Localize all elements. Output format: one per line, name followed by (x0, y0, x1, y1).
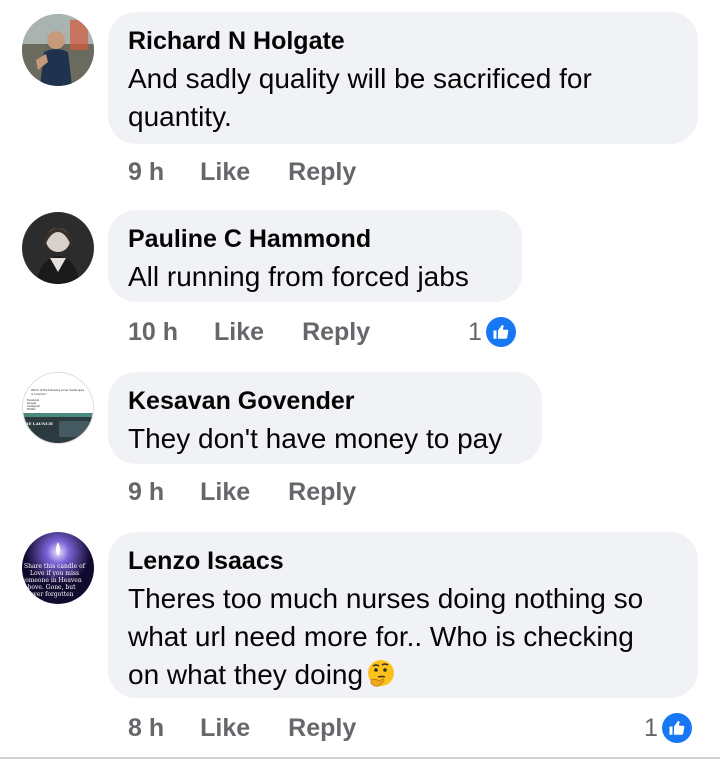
comment-bubble: Lenzo Isaacs Theres too much nurses doin… (108, 532, 698, 698)
comment-actions: 9 h Like Reply (128, 154, 356, 190)
comment-text: Theres too much nurses doing nothing so … (128, 580, 678, 694)
like-button[interactable]: Like (200, 158, 250, 187)
comment-timestamp[interactable]: 9 h (128, 158, 164, 187)
svg-text:someone in Heaven: someone in Heaven (22, 577, 82, 584)
comment-text: All running from forced jabs (128, 258, 502, 296)
comment-item: Share this candle of Love if you miss so… (0, 520, 720, 757)
comment-text-line: All running from forced jabs (128, 261, 469, 292)
reply-button[interactable]: Reply (288, 158, 356, 187)
like-reaction-icon (485, 317, 516, 347)
comment-actions: 9 h Like Reply (128, 474, 356, 510)
comment-text-line: And sadly quality will be sacrificed for (128, 63, 592, 94)
comment-text-line: quantity. (128, 101, 232, 132)
svg-text:Share this candle of: Share this candle of (24, 563, 86, 570)
comment-text: They don't have money to pay (128, 420, 522, 458)
comment-timestamp[interactable]: 10 h (128, 318, 178, 347)
comment-text-line: Theres too much nurses doing nothing so (128, 583, 644, 614)
thinking-face-icon (368, 660, 395, 687)
reply-button[interactable]: Reply (288, 714, 356, 743)
comment-bubble: Kesavan Govender They don't have money t… (108, 372, 542, 464)
profile-photo-icon (22, 14, 94, 86)
like-button[interactable]: Like (200, 478, 250, 507)
like-button[interactable]: Like (214, 318, 264, 347)
reaction-summary[interactable]: 1 (644, 710, 692, 746)
comment-text-line: what url need more for.. Who is checking (128, 621, 634, 652)
comment-actions: 10 h Like Reply (128, 314, 370, 350)
screenshot-avatar-icon: Which of the following social media apps… (23, 373, 93, 443)
comment-item: Richard N Holgate And sadly quality will… (0, 0, 720, 190)
reaction-summary[interactable]: 1 (468, 314, 516, 350)
reply-button[interactable]: Reply (288, 478, 356, 507)
comment-bubble: Pauline C Hammond All running from force… (108, 210, 522, 302)
comment-author[interactable]: Lenzo Isaacs (128, 546, 678, 576)
svg-text:is common?: is common? (31, 392, 47, 396)
comment-author[interactable]: Pauline C Hammond (128, 224, 502, 254)
comment-actions: 8 h Like Reply (128, 710, 356, 746)
comment-author[interactable]: Kesavan Govender (128, 386, 522, 416)
reaction-count: 1 (468, 317, 482, 346)
comment-text: And sadly quality will be sacrificed for… (128, 60, 678, 136)
comment-author[interactable]: Richard N Holgate (128, 26, 678, 56)
reaction-count: 1 (644, 713, 658, 742)
comment-timestamp[interactable]: 8 h (128, 714, 164, 743)
comment-item: Pauline C Hammond All running from force… (0, 190, 720, 360)
comment-text-line: They don't have money to pay (128, 423, 503, 454)
svg-text:RE LAUNCH: RE LAUNCH (25, 421, 53, 426)
svg-text:never forgotten: never forgotten (26, 591, 74, 598)
svg-text:Love if you miss: Love if you miss (30, 570, 79, 577)
comment-item: Which of the following social media apps… (0, 360, 720, 530)
profile-photo-icon (22, 212, 94, 284)
avatar[interactable]: Which of the following social media apps… (22, 372, 94, 444)
avatar[interactable]: Share this candle of Love if you miss so… (22, 532, 94, 604)
reply-button[interactable]: Reply (302, 318, 370, 347)
svg-text:Twitter: Twitter (27, 407, 37, 411)
candle-avatar-icon: Share this candle of Love if you miss so… (22, 532, 94, 604)
avatar[interactable] (22, 14, 94, 86)
like-reaction-icon (661, 713, 692, 743)
svg-text:Which of the following social: Which of the following social media apps (31, 388, 85, 392)
comment-text-line: on what they doing (128, 656, 678, 694)
svg-text:above. Gone, but: above. Gone, but (24, 584, 76, 591)
avatar[interactable] (22, 212, 94, 284)
like-button[interactable]: Like (200, 714, 250, 743)
comment-timestamp[interactable]: 9 h (128, 478, 164, 507)
comment-text-fragment: on what they doing (128, 659, 364, 690)
comment-bubble: Richard N Holgate And sadly quality will… (108, 12, 698, 144)
